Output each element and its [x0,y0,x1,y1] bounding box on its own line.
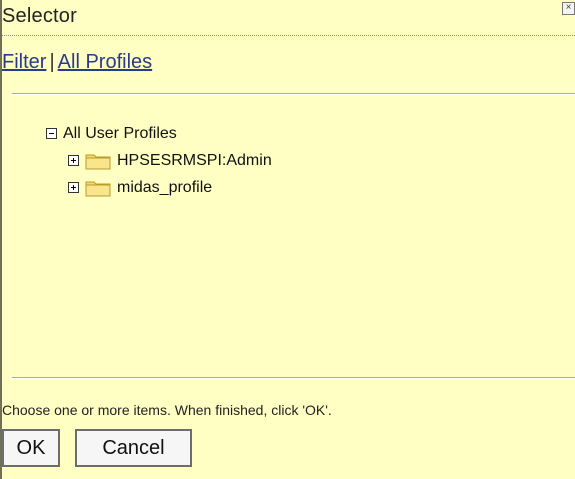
profile-tree: All User Profiles HPSESRMSPI:Admin midas… [46,120,272,201]
dialog-title: Selector [2,5,77,27]
ok-button[interactable]: OK [2,429,60,467]
title-bar: Selector × [2,0,575,36]
tree-item-label[interactable]: HPSESRMSPI:Admin [117,152,272,170]
top-divider [12,93,575,95]
close-icon[interactable]: × [562,2,575,15]
tree-root-row[interactable]: All User Profiles [46,120,272,147]
filter-link[interactable]: Filter [2,51,46,73]
folder-icon [85,154,111,169]
bottom-divider [12,377,575,379]
all-profiles-link[interactable]: All Profiles [58,51,152,73]
tree-item-midas-profile[interactable]: midas_profile [68,174,272,201]
selector-dialog: Selector × Filter | All Profiles All User … [0,0,575,479]
collapse-icon[interactable] [46,128,57,139]
link-separator: | [49,51,55,73]
folder-icon [85,181,111,196]
instruction-text: Choose one or more items. When finished,… [2,402,332,418]
links-bar: Filter | All Profiles [2,51,152,74]
expand-icon[interactable] [68,182,79,193]
tree-item-label[interactable]: midas_profile [117,179,212,197]
tree-item-hpsesrmspi-admin[interactable]: HPSESRMSPI:Admin [68,147,272,174]
cancel-button[interactable]: Cancel [75,429,192,467]
expand-icon[interactable] [68,155,79,166]
tree-root-label[interactable]: All User Profiles [63,125,177,143]
